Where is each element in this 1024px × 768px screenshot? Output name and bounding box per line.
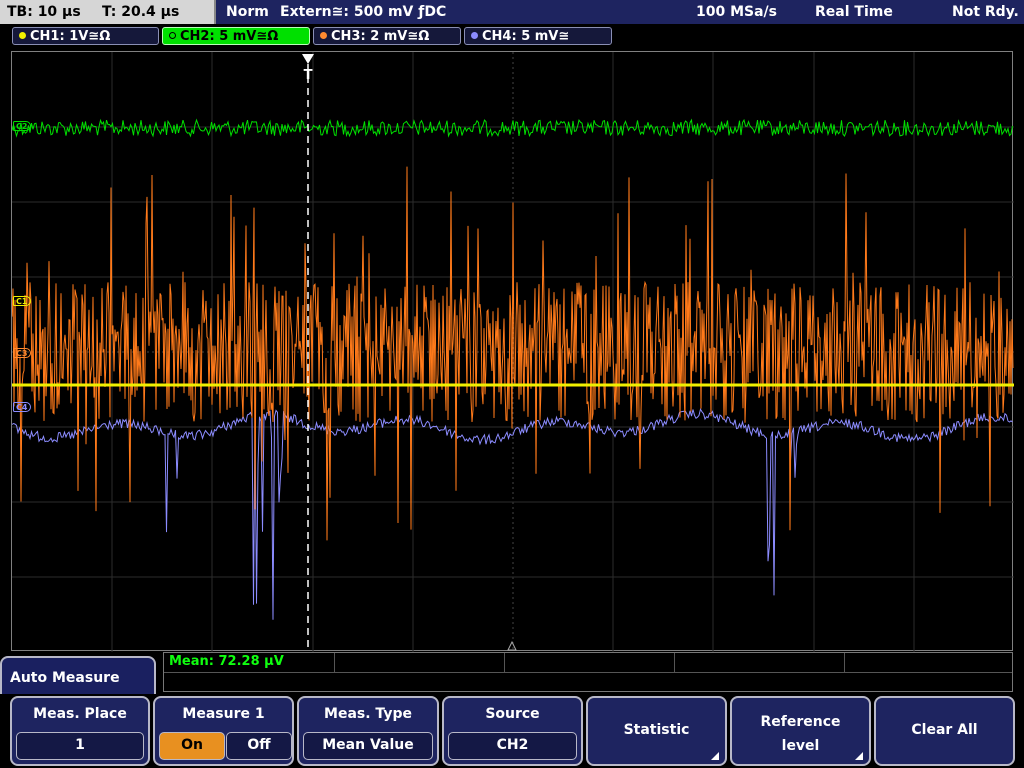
- statistic-label: Statistic: [623, 722, 690, 738]
- trigger-position-icon[interactable]: [302, 54, 314, 64]
- channel-1-button[interactable]: CH1: 1V≅Ω: [12, 27, 159, 45]
- meas-place-label: Meas. Place: [33, 706, 127, 722]
- reference-label-line1: Reference: [760, 714, 841, 730]
- meas-place-value[interactable]: 1: [16, 732, 144, 760]
- channel-bar: CH1: 1V≅Ω CH2: 5 mV≅Ω CH3: 2 mV≅Ω CH4: 5…: [0, 24, 1024, 50]
- channel-1-marker[interactable]: C1: [13, 296, 32, 306]
- channel-2-label: CH2: 5 mV≅Ω: [180, 29, 279, 44]
- meas-place-softkey[interactable]: Meas. Place 1: [10, 696, 150, 766]
- statistic-softkey[interactable]: Statistic: [586, 696, 727, 766]
- measure-1-off-button[interactable]: Off: [226, 732, 292, 760]
- measurement-result: Mean: 72.28 µV: [169, 654, 284, 669]
- channel-dot-icon: [169, 32, 176, 39]
- measure-1-softkey[interactable]: Measure 1 On Off: [153, 696, 294, 766]
- submenu-arrow-icon: [855, 752, 863, 760]
- channel-3-trace: [12, 166, 1014, 541]
- waveform-display[interactable]: T: [11, 51, 1014, 652]
- source-softkey[interactable]: Source CH2: [442, 696, 583, 766]
- measurement-cell: [334, 653, 505, 673]
- acquisition-state: Not Rdy.: [952, 4, 1019, 20]
- channel-4-trace: [12, 408, 1013, 620]
- reference-label-line2: level: [781, 738, 820, 754]
- menu-title: Auto Measure: [0, 656, 156, 696]
- measurement-cell: [674, 653, 845, 673]
- meas-type-value[interactable]: Mean Value: [303, 732, 433, 760]
- channel-dot-icon: [19, 32, 26, 39]
- channel-dot-icon: [320, 32, 327, 39]
- channel-1-label: CH1: 1V≅Ω: [30, 29, 111, 44]
- trigger-source[interactable]: Extern≅: 500 mV ƒDC: [280, 0, 446, 24]
- measurement-cell: [504, 653, 675, 673]
- channel-4-label: CH4: 5 mV≅: [482, 29, 570, 44]
- channel-4-marker[interactable]: C4: [13, 402, 32, 412]
- clear-all-softkey[interactable]: Clear All: [874, 696, 1015, 766]
- status-bar: TB: 10 µs T: 20.4 µs Norm Extern≅: 500 m…: [0, 0, 1024, 24]
- trigger-time-readout: T: 20.4 µs: [102, 4, 180, 20]
- channel-4-button[interactable]: CH4: 5 mV≅: [464, 27, 612, 45]
- measure-1-on-button[interactable]: On: [159, 732, 225, 760]
- channel-dot-icon: [471, 32, 478, 39]
- channel-3-label: CH3: 2 mV≅Ω: [331, 29, 430, 44]
- meas-type-softkey[interactable]: Meas. Type Mean Value: [297, 696, 439, 766]
- meas-type-label: Meas. Type: [324, 706, 412, 722]
- source-label: Source: [485, 706, 540, 722]
- waveform-svg: T: [12, 52, 1014, 652]
- trigger-marker-label: T: [304, 68, 313, 83]
- timebase-box[interactable]: TB: 10 µs T: 20.4 µs: [0, 0, 216, 24]
- submenu-arrow-icon: [711, 752, 719, 760]
- timebase-readout: TB: 10 µs: [7, 4, 81, 20]
- channel-2-trace: [12, 118, 1013, 138]
- source-value[interactable]: CH2: [448, 732, 577, 760]
- acquisition-mode[interactable]: Real Time: [815, 0, 893, 24]
- center-marker-icon: [507, 640, 517, 651]
- reference-level-softkey[interactable]: Reference level: [730, 696, 871, 766]
- channel-2-marker[interactable]: C2: [13, 121, 32, 131]
- clear-all-label: Clear All: [911, 722, 978, 738]
- channel-2-button[interactable]: CH2: 5 mV≅Ω: [162, 27, 310, 45]
- measure-1-label: Measure 1: [182, 706, 265, 722]
- channel-3-marker[interactable]: C3: [13, 348, 32, 358]
- channel-3-button[interactable]: CH3: 2 mV≅Ω: [313, 27, 461, 45]
- measurement-strip: Mean: 72.28 µV: [163, 652, 1013, 692]
- trigger-mode[interactable]: Norm: [226, 0, 269, 24]
- softkey-bar: Meas. Place 1 Measure 1 On Off Meas. Typ…: [0, 694, 1024, 768]
- sample-rate: 100 MSa/s: [696, 4, 778, 20]
- measurement-cell: [844, 653, 1012, 673]
